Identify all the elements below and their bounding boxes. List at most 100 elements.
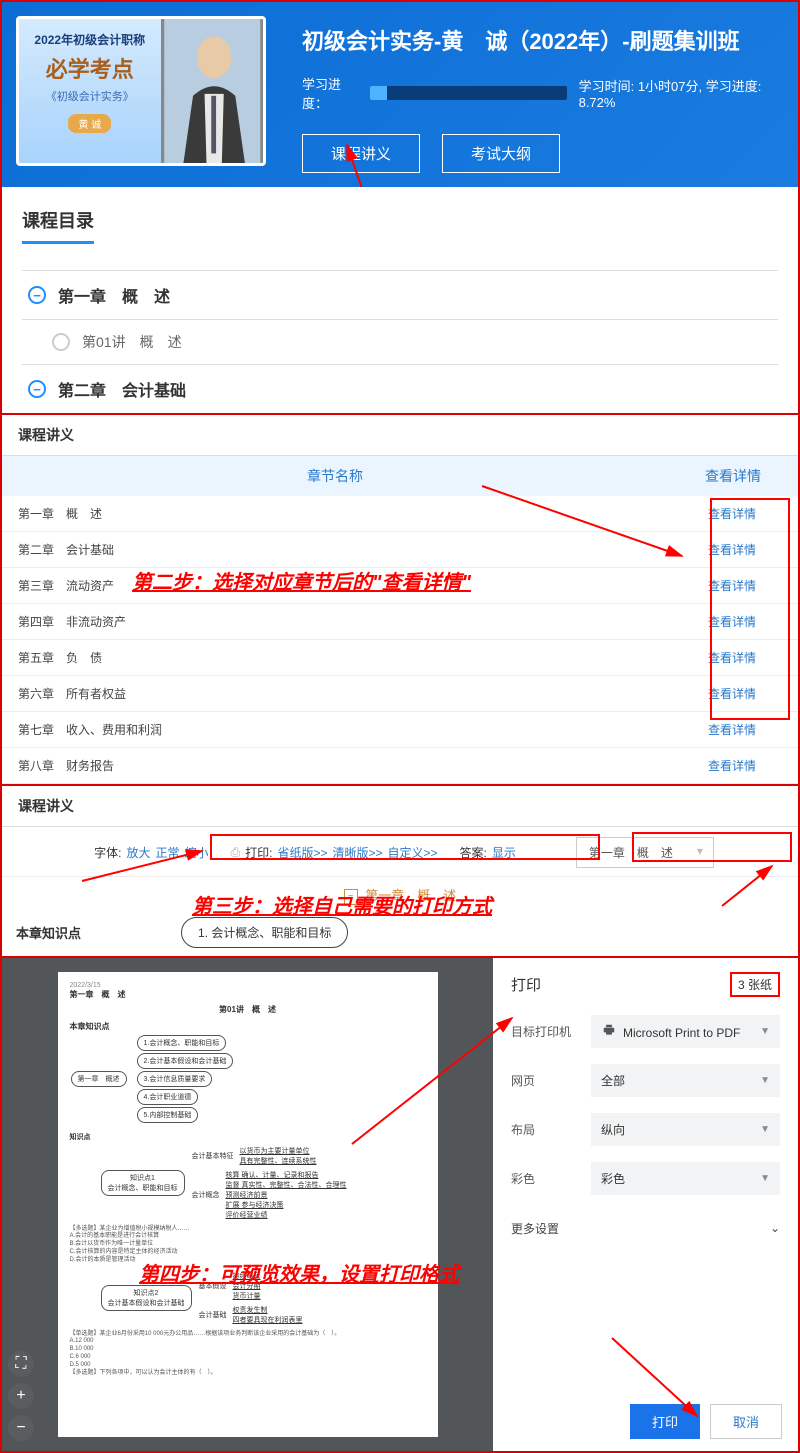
print-settings-pane: 打印 3 张纸 目标打印机 Microsoft Print to PDF ▼ 网… (493, 958, 798, 1451)
lesson-bullet-icon (52, 333, 70, 351)
col-detail: 查看详情 (668, 466, 798, 486)
chevron-down-icon: ▼ (760, 1124, 770, 1135)
collapse-icon[interactable]: − (28, 286, 46, 304)
table-row: 第一章 概 述查看详情 (2, 496, 798, 532)
preview-page-1: 2022/3/15 第一章 概 述 第01讲 概 述 本章知识点 第一章 概述 … (58, 972, 438, 1437)
printer-label: 目标打印机 (511, 1023, 591, 1040)
instructor-photo (161, 19, 263, 163)
view-detail-link[interactable]: 查看详情 (682, 541, 782, 558)
layout-select[interactable]: 纵向▼ (591, 1113, 780, 1146)
chapter-2-row[interactable]: − 第二章 会计基础 (22, 364, 778, 413)
print-preview-pane[interactable]: 2022/3/15 第一章 概 述 第01讲 概 述 本章知识点 第一章 概述 … (2, 958, 493, 1451)
lesson-1-label: 第01讲 概 述 (82, 332, 182, 352)
font-label: 字体: (94, 844, 121, 861)
print-dialog: 2022/3/15 第一章 概 述 第01讲 概 述 本章知识点 第一章 概述 … (2, 956, 798, 1451)
viewer-toolbar: 字体: 放大 正常 缩小 ⎙ 打印: 省纸版>> 清晰版>> 自定义>> 答案:… (2, 827, 798, 877)
table-row: 第八章 财务报告查看详情 (2, 748, 798, 784)
chapter-name: 第四章 非流动资产 (18, 613, 682, 630)
collapse-icon[interactable]: − (28, 380, 46, 398)
pages-label: 网页 (511, 1072, 591, 1089)
print-confirm-button[interactable]: 打印 (630, 1404, 700, 1439)
print-label: 打印: (245, 844, 272, 861)
chapter-select-dropdown[interactable]: 第一章 概 述 ▾ (576, 837, 714, 868)
course-header-banner: 2022年初级会计职称 必学考点 《初级会计实务》 黄 诚 初级会计实务-黄 诚… (2, 2, 798, 187)
view-detail-link[interactable]: 查看详情 (682, 505, 782, 522)
promo-line1: 2022年初级会计职称 (27, 31, 153, 48)
lecture-panel-title: 课程讲义 (2, 415, 798, 456)
preview-date: 2022/3/15 (70, 982, 426, 989)
fit-page-button[interactable]: ⛶ (8, 1351, 34, 1377)
kp-label: 知识点 (70, 1132, 426, 1142)
view-detail-link[interactable]: 查看详情 (682, 757, 782, 774)
pages-select[interactable]: 全部▼ (591, 1064, 780, 1097)
viewer-panel-title: 课程讲义 (2, 786, 798, 827)
exam-outline-button[interactable]: 考试大纲 (442, 134, 560, 173)
preview-section-label: 本章知识点 (70, 1021, 426, 1032)
font-large-button[interactable]: 放大 (126, 844, 150, 861)
course-title: 初级会计实务-黄 诚（2022年）-刷题集训班 (302, 24, 778, 56)
step3-annotation: 第三步：选择自己需要的打印方式 (192, 890, 492, 919)
chevron-down-icon: ▼ (760, 1026, 770, 1037)
chevron-down-icon: ▼ (760, 1075, 770, 1086)
answer-label: 答案: (460, 844, 487, 861)
knowledge-section-label: 本章知识点 (16, 923, 81, 942)
chapter-name: 第七章 收入、费用和利润 (18, 721, 682, 738)
step2-annotation: 第二步：选择对应章节后的"查看详情" (132, 566, 471, 595)
color-label: 彩色 (511, 1170, 591, 1187)
table-row: 第七章 收入、费用和利润查看详情 (2, 712, 798, 748)
course-promo-card: 2022年初级会计职称 必学考点 《初级会计实务》 黄 诚 (16, 16, 266, 166)
chapter-select-value: 第一章 概 述 (589, 846, 673, 860)
font-normal-button[interactable]: 正常 (155, 844, 179, 861)
view-detail-link[interactable]: 查看详情 (682, 685, 782, 702)
font-small-button[interactable]: 缩小 (184, 844, 208, 861)
print-cancel-button[interactable]: 取消 (710, 1404, 782, 1439)
view-detail-link[interactable]: 查看详情 (682, 613, 782, 630)
view-detail-link[interactable]: 查看详情 (682, 721, 782, 738)
chapter-name: 第五章 负 债 (18, 649, 682, 666)
chapter-1-row[interactable]: − 第一章 概 述 (22, 270, 778, 319)
catalog-title: 课程目录 (22, 207, 94, 244)
printer-icon: ⎙ (230, 845, 240, 860)
mindmap-root: 第一章 概述 (71, 1071, 127, 1087)
promo-badge: 黄 诚 (68, 114, 111, 133)
chapter-name: 第一章 概 述 (18, 505, 682, 522)
chevron-down-icon: ▼ (760, 1173, 770, 1184)
color-select[interactable]: 彩色▼ (591, 1162, 780, 1195)
knowledge-bubble-1: 1. 会计概念、职能和目标 (181, 917, 348, 948)
print-eco-button[interactable]: 省纸版>> (277, 844, 327, 861)
chapter-name: 第六章 所有者权益 (18, 685, 682, 702)
chevron-down-icon: ▾ (697, 844, 703, 858)
answer-show-button[interactable]: 显示 (492, 844, 516, 861)
chapter-name: 第二章 会计基础 (18, 541, 682, 558)
sheet-count: 3 张纸 (730, 972, 780, 997)
chapter-1-label: 第一章 概 述 (58, 283, 170, 307)
table-row: 第四章 非流动资产查看详情 (2, 604, 798, 640)
print-clear-button[interactable]: 清晰版>> (332, 844, 382, 861)
printer-select[interactable]: Microsoft Print to PDF ▼ (591, 1015, 780, 1048)
progress-bar (370, 86, 567, 100)
preview-h2: 第01讲 概 述 (70, 1004, 426, 1015)
printer-select-icon (601, 1023, 617, 1037)
lecture-viewer-panel: 课程讲义 字体: 放大 正常 缩小 ⎙ 打印: 省纸版>> 清晰版>> 自定义>… (2, 784, 798, 956)
promo-line2: 必学考点 (27, 52, 153, 84)
chapter-2-label: 第二章 会计基础 (58, 377, 186, 401)
lesson-1-row[interactable]: 第01讲 概 述 (22, 319, 778, 364)
more-settings-toggle[interactable]: 更多设置 ⌄ (511, 1211, 780, 1245)
chevron-down-icon: ⌄ (770, 1221, 780, 1235)
view-detail-link[interactable]: 查看详情 (682, 577, 782, 594)
view-detail-link[interactable]: 查看详情 (682, 649, 782, 666)
layout-label: 布局 (511, 1121, 591, 1138)
lecture-notes-button[interactable]: 课程讲义 (302, 134, 420, 173)
lecture-table-header: 章节名称 查看详情 (2, 456, 798, 496)
preview-h1: 第一章 概 述 (70, 989, 426, 1000)
table-row: 第五章 负 债查看详情 (2, 640, 798, 676)
course-catalog: 课程目录 − 第一章 概 述 第01讲 概 述 − 第二章 会计基础 (2, 187, 798, 413)
zoom-out-button[interactable]: − (8, 1415, 34, 1441)
print-custom-button[interactable]: 自定义>> (388, 844, 438, 861)
study-info: 学习时间: 1小时07分, 学习进度: 8.72% (579, 76, 778, 110)
step4-annotation: 第四步：可预览效果，设置打印格式 (139, 1258, 459, 1287)
promo-line3: 《初级会计实务》 (27, 88, 153, 104)
table-row: 第二章 会计基础查看详情 (2, 532, 798, 568)
zoom-in-button[interactable]: + (8, 1383, 34, 1409)
lecture-list-panel: 课程讲义 章节名称 查看详情 第一章 概 述查看详情第二章 会计基础查看详情第三… (2, 413, 798, 784)
